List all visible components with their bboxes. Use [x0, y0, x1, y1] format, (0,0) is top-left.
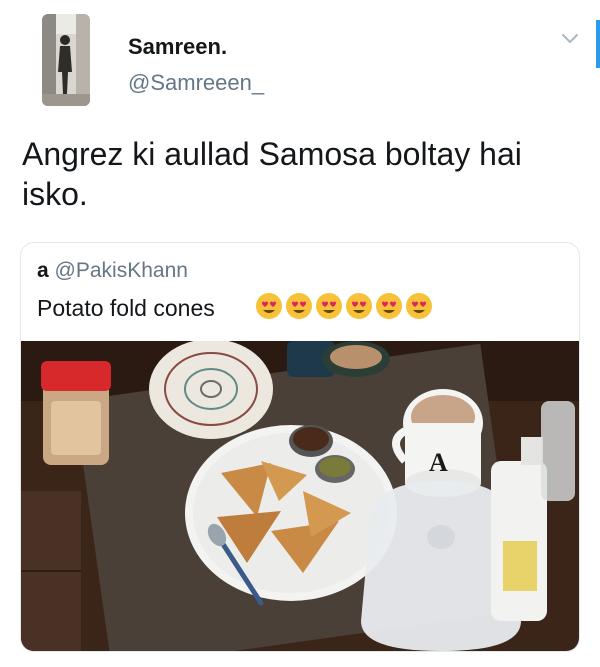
- user-handle[interactable]: @Samreeen_: [128, 70, 264, 96]
- quote-author-name: a: [37, 259, 49, 282]
- samosa-photo: A: [21, 339, 579, 651]
- avatar-image: [42, 14, 90, 106]
- display-name[interactable]: Samreen.: [128, 34, 227, 60]
- svg-text:A: A: [429, 448, 448, 477]
- quote-text: Potato fold cones: [37, 295, 215, 321]
- quoted-tweet[interactable]: a @PakisKhann Potato fold cones A: [20, 242, 580, 652]
- quote-author[interactable]: a @PakisKhann: [37, 259, 188, 283]
- heart-eyes-emoji-icon: [256, 293, 282, 319]
- heart-eyes-emoji-icon: [406, 293, 432, 319]
- heart-eyes-emoji-icon: [376, 293, 402, 319]
- heart-eyes-emoji-icon: [346, 293, 372, 319]
- quote-author-handle: @PakisKhann: [54, 259, 188, 282]
- chevron-down-icon[interactable]: [558, 28, 582, 50]
- heart-eyes-emoji-icon: [286, 293, 312, 319]
- quote-photo[interactable]: A: [21, 339, 579, 651]
- emoji-row: [255, 292, 433, 324]
- tweet-text: Angrez ki aullad Samosa boltay hai isko.: [22, 136, 522, 212]
- scroll-indicator: [596, 20, 600, 68]
- heart-eyes-emoji-icon: [316, 293, 342, 319]
- tweet-card: Samreen. @Samreeen_ Angrez ki aullad Sam…: [0, 0, 600, 667]
- avatar[interactable]: [42, 14, 90, 106]
